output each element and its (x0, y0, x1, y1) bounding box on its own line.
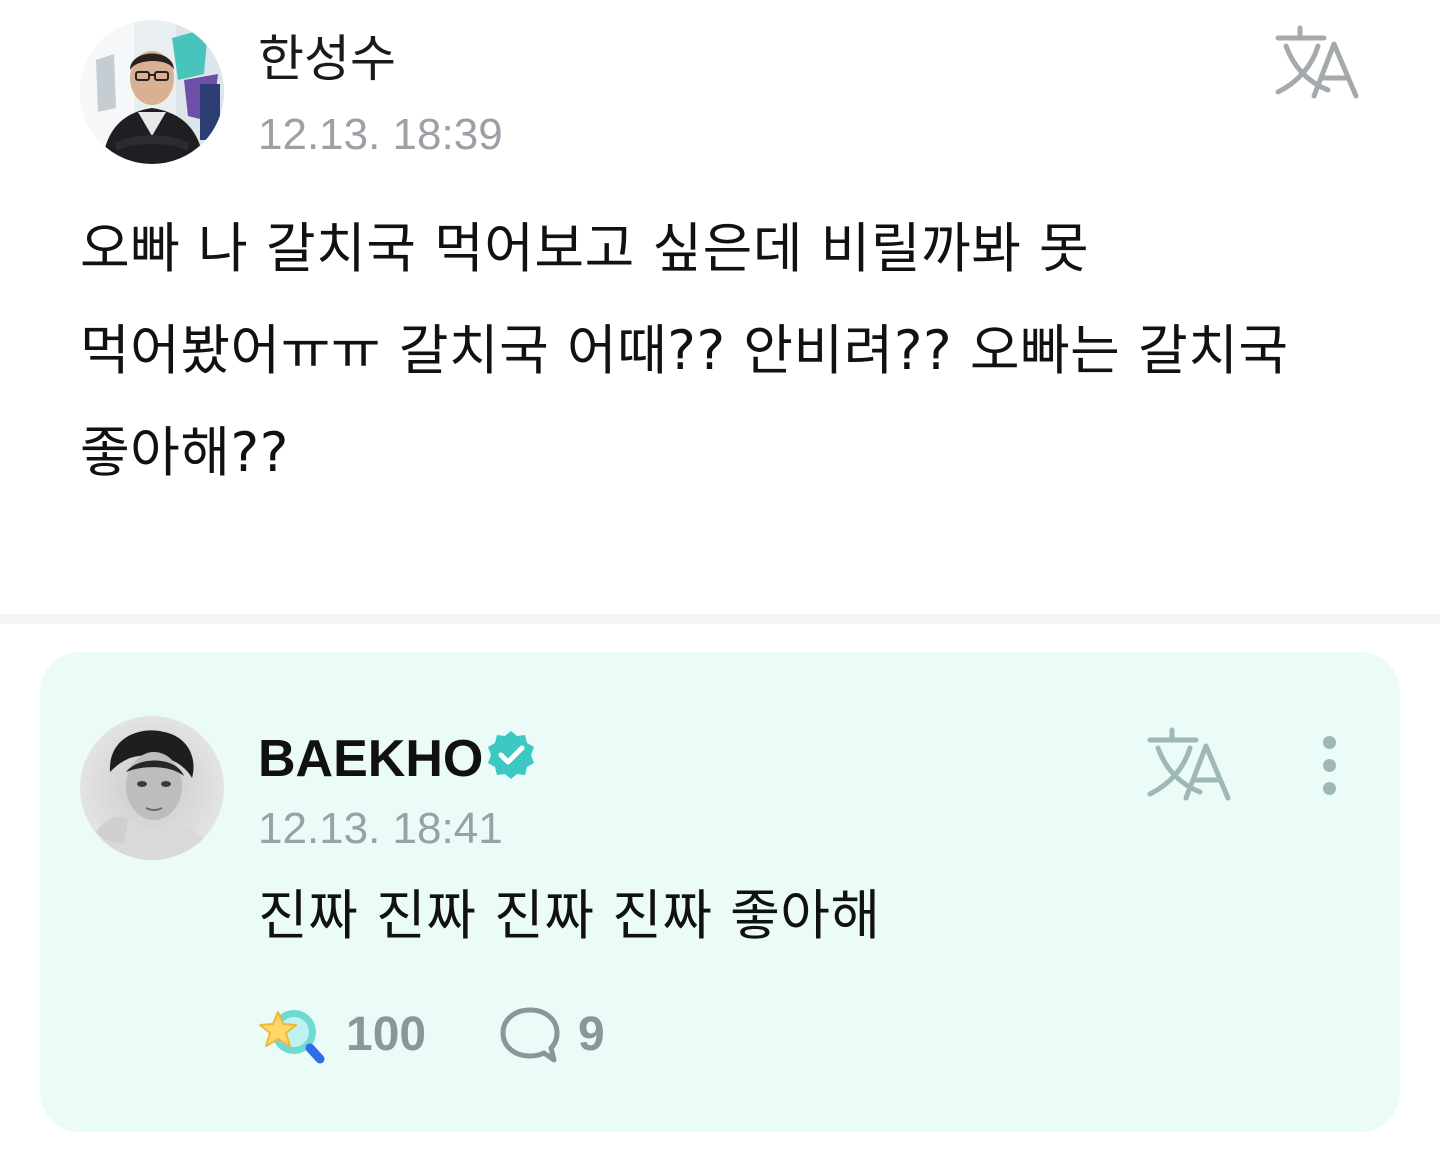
reply-timestamp: 12.13. 18:41 (258, 804, 503, 853)
avatar-photo-icon (80, 716, 224, 860)
artist-reply-card: BAEKHO 12.13. 18:41 진짜 진짜 진짜 진짜 좋아해 100 … (40, 652, 1400, 1132)
more-options-button[interactable] (1306, 732, 1354, 798)
like-button[interactable]: 100 (258, 1002, 448, 1068)
reply-translate-button[interactable] (1144, 726, 1234, 802)
comment-count: 9 (578, 1008, 605, 1061)
post-timestamp: 12.13. 18:39 (258, 110, 503, 159)
reply-body-text: 진짜 진짜 진짜 진짜 좋아해 (258, 884, 881, 947)
post: 한성수 12.13. 18:39 오빠 나 갈치국 먹어보고 싶은데 비릴까봐 … (0, 0, 1440, 614)
post-translate-button[interactable] (1272, 24, 1362, 100)
star-magnifier-like-icon (259, 1010, 325, 1064)
reply-author-avatar[interactable] (80, 716, 224, 860)
more-vertical-icon (1323, 759, 1336, 772)
post-body-text: 오빠 나 갈치국 먹어보고 싶은데 비릴까봐 못 먹어봤어ㅠㅠ 갈치국 어때??… (80, 217, 1289, 484)
translate-icon (1275, 25, 1359, 99)
post-author-name[interactable]: 한성수 (258, 28, 396, 90)
like-count: 100 (346, 1008, 427, 1061)
post-author-avatar[interactable] (80, 20, 224, 164)
verified-badge-icon (484, 728, 538, 782)
comment-button[interactable]: 9 (498, 1002, 648, 1068)
section-divider (0, 614, 1440, 624)
more-vertical-icon (1323, 736, 1336, 749)
speech-bubble-icon (500, 1007, 560, 1063)
translate-icon (1147, 727, 1231, 801)
more-vertical-icon (1323, 782, 1336, 795)
reply-author-name[interactable]: BAEKHO (258, 728, 483, 790)
avatar-photo-icon (80, 20, 224, 164)
